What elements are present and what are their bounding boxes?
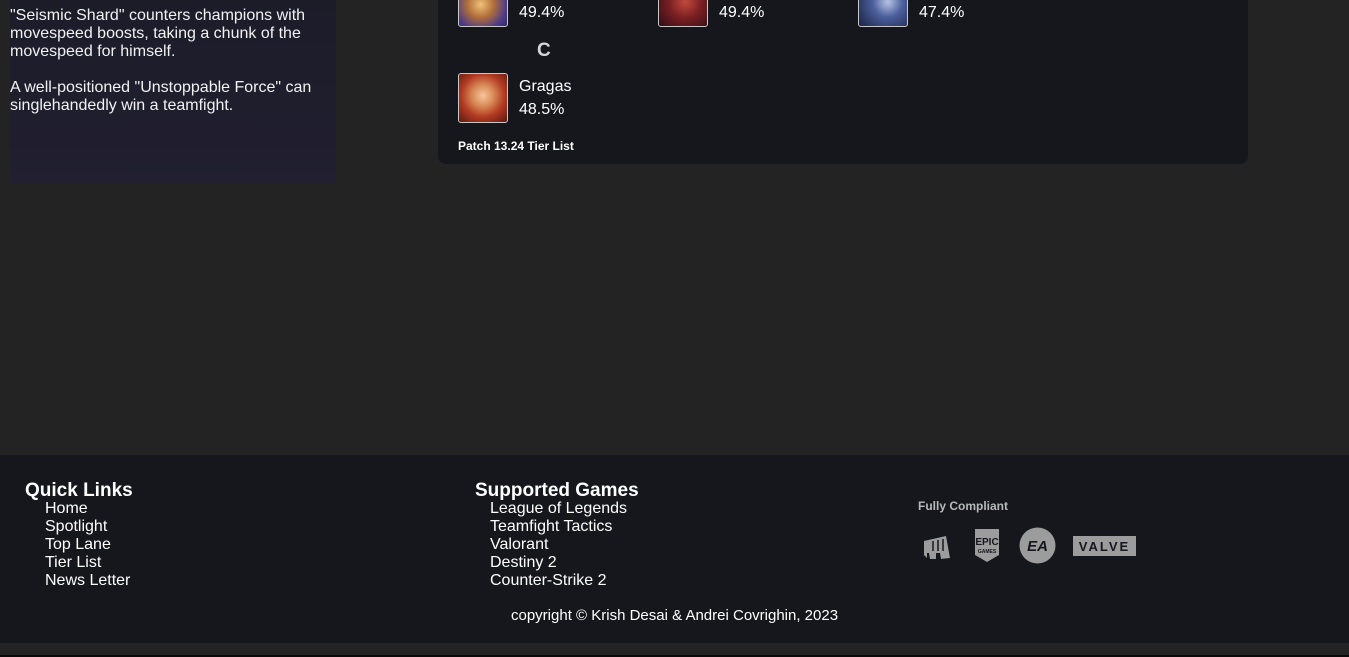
footer-link-news-letter[interactable]: News Letter (45, 572, 130, 590)
valve-logo-text: VALVE (1079, 539, 1130, 554)
quick-links-list: Home Spotlight Top Lane Tier List News L… (45, 500, 130, 590)
riot-games-logo-icon (924, 536, 950, 559)
champion-winrate: 47.4% (919, 4, 965, 21)
patch-label: Patch 13.24 Tier List (458, 139, 574, 153)
footer-link-home[interactable]: Home (45, 500, 130, 518)
tier-c-label: C (537, 40, 551, 61)
tip-unstoppable-force: A well-positioned "Unstoppable Force" ca… (10, 79, 312, 114)
champion-portrait-gold-armor-icon[interactable] (458, 0, 508, 27)
epic-logo-subtext: GAMES (978, 549, 997, 555)
gragas-portrait-icon[interactable] (458, 73, 508, 123)
footer-game-destiny-2[interactable]: Destiny 2 (490, 554, 627, 572)
epic-games-logo-icon: EPIC GAMES (975, 529, 999, 562)
champion-winrate: 48.5% (519, 101, 565, 118)
tip-seismic-shard: "Seismic Shard" counters champions with … (10, 7, 306, 60)
footer-game-counter-strike-2[interactable]: Counter-Strike 2 (490, 572, 627, 590)
footer-link-spotlight[interactable]: Spotlight (45, 518, 130, 536)
footer-game-teamfight-tactics[interactable]: Teamfight Tactics (490, 518, 627, 536)
champion-tips-panel: "Seismic Shard" counters champions with … (10, 0, 336, 184)
champion-name: Gragas (519, 78, 572, 95)
fully-compliant-label: Fully Compliant (918, 499, 1008, 513)
footer-game-valorant[interactable]: Valorant (490, 536, 627, 554)
champion-portrait-blue-swordsman-icon[interactable] (858, 0, 908, 27)
site-footer: Quick Links Home Spotlight Top Lane Tier… (0, 455, 1349, 643)
footer-link-top-lane[interactable]: Top Lane (45, 536, 130, 554)
ea-logo-text: EA (1027, 538, 1048, 555)
footer-game-league-of-legends[interactable]: League of Legends (490, 500, 627, 518)
supported-games-list: League of Legends Teamfight Tactics Valo… (490, 500, 627, 590)
champion-winrate: 49.4% (719, 4, 765, 21)
quick-links-title: Quick Links (25, 480, 133, 501)
champion-winrate: 49.4% (519, 4, 565, 21)
champion-portrait-red-demon-icon[interactable] (658, 0, 708, 27)
copyright-text: copyright © Krish Desai & Andrei Covrigh… (511, 607, 839, 624)
supported-games-title: Supported Games (475, 480, 639, 501)
footer-link-tier-list[interactable]: Tier List (45, 554, 130, 572)
valve-logo-icon: VALVE (1073, 536, 1136, 556)
epic-logo-text: EPIC (975, 537, 998, 548)
ea-logo-icon: EA (1019, 527, 1056, 564)
tier-list-card: 49.4% 49.4% 47.4% C Gragas 48.5% Patch 1… (438, 0, 1248, 164)
